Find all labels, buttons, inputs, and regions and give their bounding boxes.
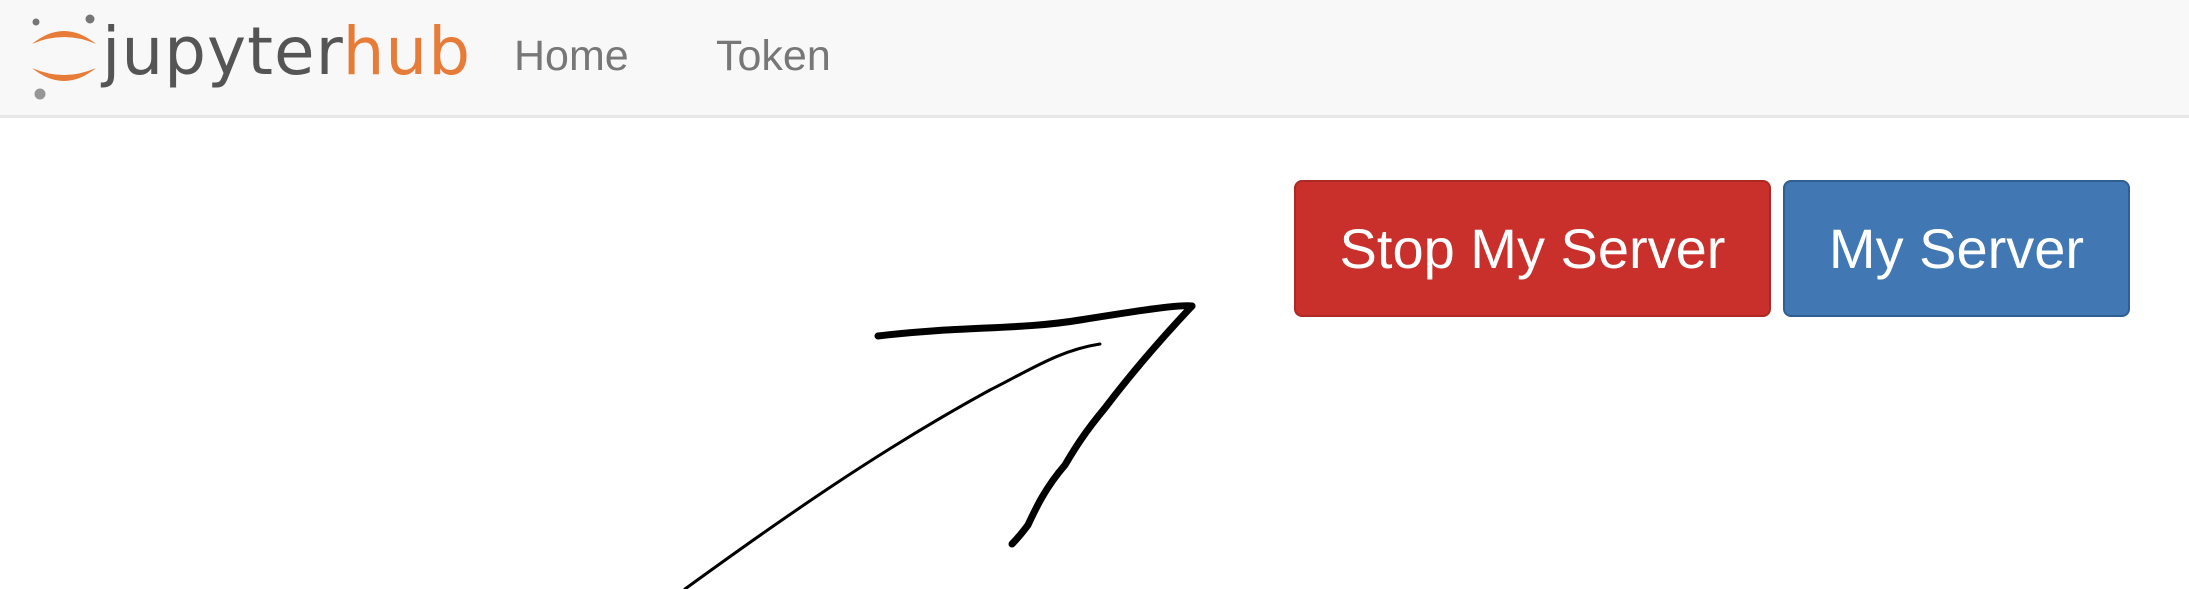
stop-my-server-button[interactable]: Stop My Server	[1294, 180, 1771, 317]
my-server-button[interactable]: My Server	[1783, 180, 2130, 317]
jupyterhub-logo[interactable]: jupyterhub	[28, 10, 471, 105]
jupyter-logo-icon	[28, 10, 100, 105]
logo-text-jupyter: jupyter	[102, 12, 343, 90]
nav-link-token[interactable]: Token	[716, 30, 831, 82]
navbar: jupyterhub Home Token	[0, 0, 2189, 118]
logo-text-hub: hub	[342, 12, 472, 90]
logo-wordmark: jupyterhub	[102, 18, 471, 85]
nav-link-home[interactable]: Home	[514, 30, 629, 82]
